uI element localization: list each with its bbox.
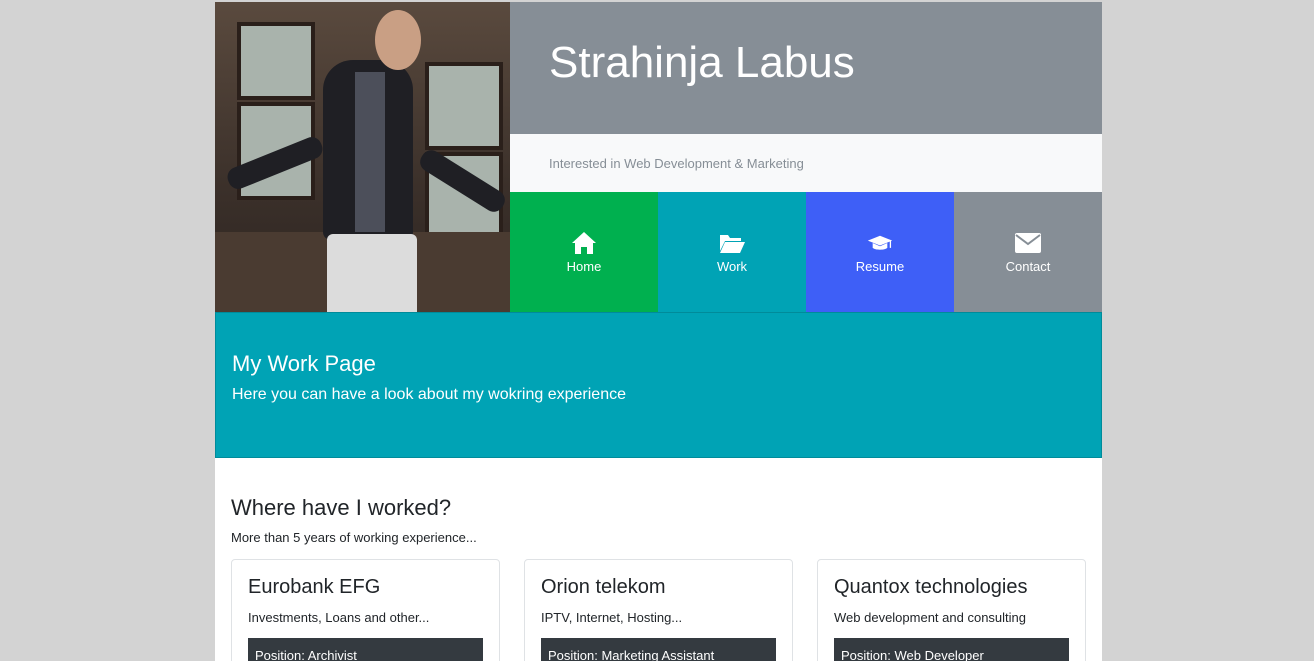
window [425, 62, 503, 150]
figure [375, 10, 421, 70]
nav-resume[interactable]: Resume [806, 192, 954, 312]
nav-resume-label: Resume [855, 258, 905, 274]
work-card: Eurobank EFG Investments, Loans and othe… [231, 559, 500, 661]
card-position: Position: Archivist [248, 638, 483, 661]
card-description: Investments, Loans and other... [248, 610, 430, 625]
work-card: Orion telekom IPTV, Internet, Hosting...… [524, 559, 793, 661]
card-description: IPTV, Internet, Hosting... [541, 610, 683, 625]
nav-work[interactable]: Work [658, 192, 806, 312]
figure [327, 234, 417, 312]
card-description: Web development and consulting [834, 610, 1026, 625]
card-position: Position: Marketing Assistant [541, 638, 776, 661]
title-box: Strahinja Labus [510, 2, 1102, 134]
section-title: Where have I worked? [231, 495, 452, 520]
jumbotron-text: Here you can have a look about my wokrin… [232, 386, 626, 403]
main-nav: Home Work Resume Contact [510, 192, 1102, 312]
nav-home[interactable]: Home [510, 192, 658, 312]
home-icon [572, 231, 596, 254]
jumbotron-title: My Work Page [232, 351, 376, 376]
card-company: Orion telekom [541, 576, 666, 598]
tagline-box: Interested in Web Development & Marketin… [510, 134, 1102, 192]
envelope-icon [1015, 232, 1041, 253]
nav-home-label: Home [566, 258, 602, 274]
card-position: Position: Web Developer [834, 638, 1069, 661]
figure [355, 72, 385, 232]
profile-photo [215, 2, 510, 312]
window [237, 22, 315, 100]
work-card: Quantox technologies Web development and… [817, 559, 1086, 661]
header: Strahinja Labus Interested in Web Develo… [215, 2, 1102, 312]
nav-contact-label: Contact [1005, 258, 1051, 274]
page-container: Strahinja Labus Interested in Web Develo… [215, 2, 1102, 661]
nav-work-label: Work [716, 258, 748, 274]
site-title: Strahinja Labus [549, 38, 855, 87]
section-subtitle: More than 5 years of working experience.… [231, 530, 477, 545]
jumbotron: My Work Page Here you can have a look ab… [215, 312, 1102, 458]
card-company: Eurobank EFG [248, 576, 381, 598]
nav-contact[interactable]: Contact [954, 192, 1102, 312]
card-company: Quantox technologies [834, 576, 1028, 598]
tagline: Interested in Web Development & Marketin… [549, 156, 804, 171]
folder-open-icon [720, 234, 745, 253]
graduation-cap-icon [867, 235, 893, 250]
